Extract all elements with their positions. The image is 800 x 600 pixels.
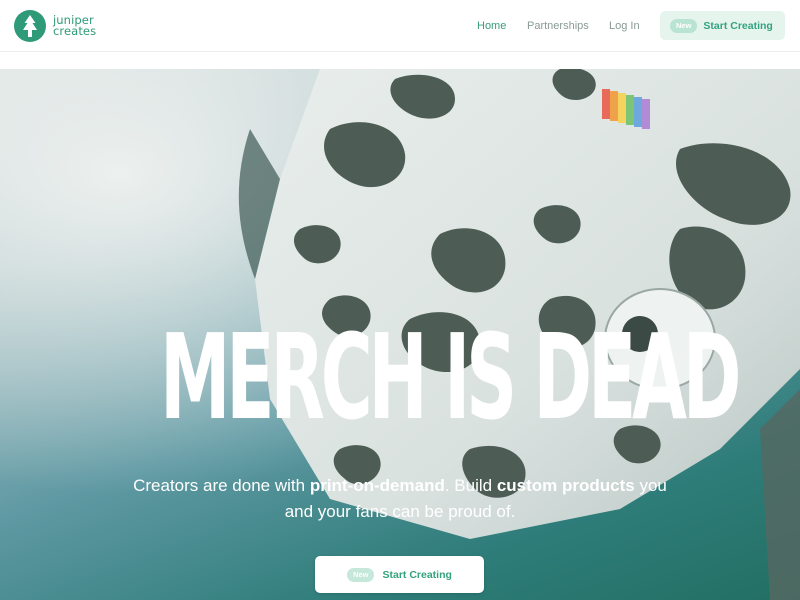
logo-wordmark: juniper creates (53, 14, 97, 38)
tree-logo-icon (14, 10, 46, 42)
header-spacer (0, 53, 800, 69)
nav-login-link[interactable]: Log In (609, 20, 640, 32)
nav-login[interactable]: Log In (609, 0, 640, 52)
subcopy-bold-2: custom products (496, 476, 635, 495)
nav-home-link[interactable]: Home (477, 20, 506, 32)
logo-line-2: creates (53, 24, 97, 38)
hero-section: MERCH IS DEAD Creators are done with pri… (0, 69, 800, 600)
nav-partnerships-link[interactable]: Partnerships (527, 20, 589, 32)
nav-partnerships[interactable]: Partnerships (527, 0, 589, 52)
start-creating-label: Start Creating (382, 568, 452, 581)
top-navigation-bar: juniper creates Home Partnerships Log In… (0, 0, 800, 52)
start-creating-button-header[interactable]: New Start Creating (660, 11, 785, 40)
start-creating-label: Start Creating (703, 19, 773, 32)
new-badge: New (670, 18, 698, 33)
subcopy-text-1: Creators are done with (133, 476, 310, 495)
hero-subcopy: Creators are done with print-on-demand. … (130, 473, 670, 525)
new-badge: New (347, 567, 375, 582)
juniper-creates-logo[interactable]: juniper creates (14, 10, 96, 42)
subcopy-bold-1: print-on-demand (309, 476, 445, 495)
nav-home[interactable]: Home (477, 0, 506, 52)
subcopy-text-2: . Build (444, 476, 497, 495)
hero-headline: MERCH IS DEAD (159, 308, 741, 446)
start-creating-button-hero[interactable]: New Start Creating (315, 556, 484, 593)
